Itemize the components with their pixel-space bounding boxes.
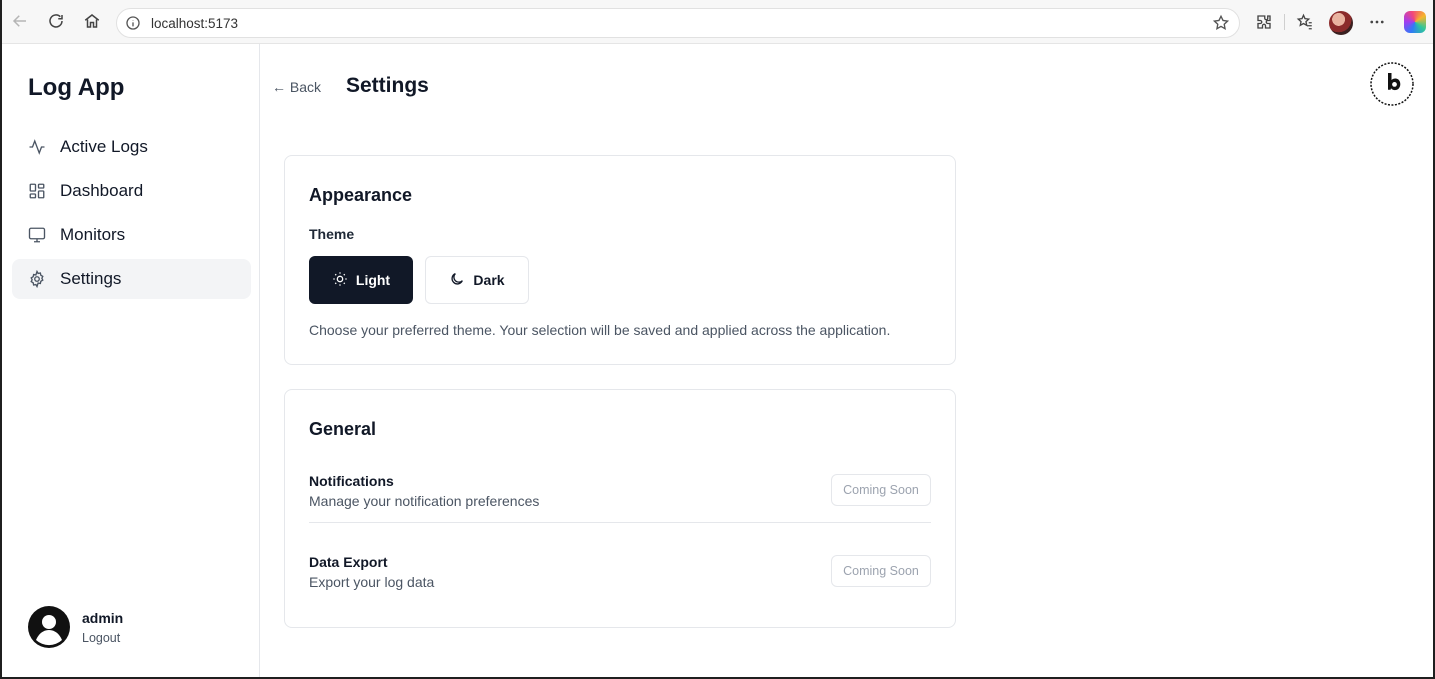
app-window: localhost:5173 Log App Active Logs Dashb…: [0, 0, 1435, 679]
sidebar-item-monitors[interactable]: Monitors: [12, 215, 251, 255]
appearance-card: Appearance Theme Light Dark Choose your …: [284, 155, 956, 365]
setting-description: Export your log data: [309, 574, 435, 590]
activity-icon: [28, 138, 46, 156]
user-name: admin: [82, 610, 124, 626]
sidebar-item-label: Monitors: [60, 225, 126, 244]
home-icon[interactable]: [81, 10, 103, 32]
moon-icon: [449, 271, 465, 290]
back-link[interactable]: ← Back: [272, 79, 321, 95]
sidebar-item-label: Settings: [60, 269, 122, 288]
copilot-icon[interactable]: [1404, 11, 1426, 33]
gear-icon: [28, 269, 46, 289]
sidebar-item-active-logs[interactable]: Active Logs: [12, 127, 251, 167]
sun-icon: [332, 271, 348, 290]
extensions-icon[interactable]: [1253, 11, 1275, 33]
url-text: localhost:5173: [151, 16, 239, 31]
back-arrow-icon[interactable]: [9, 10, 31, 32]
sidebar-item-label: Dashboard: [60, 181, 144, 200]
coming-soon-button[interactable]: Coming Soon: [831, 474, 931, 506]
page-title: Settings: [346, 74, 429, 97]
sidebar-item-label: Active Logs: [60, 137, 148, 156]
reload-icon[interactable]: [45, 10, 67, 32]
theme-dark-button[interactable]: Dark: [425, 256, 529, 304]
address-bar[interactable]: localhost:5173: [116, 8, 1240, 38]
more-menu-icon[interactable]: [1366, 11, 1388, 33]
monitor-icon: [28, 226, 46, 244]
site-info-icon[interactable]: [125, 15, 141, 36]
sidebar: Log App Active Logs Dashboard Monitors S…: [2, 44, 260, 677]
profile-avatar[interactable]: [1329, 11, 1353, 35]
favorites-icon[interactable]: [1294, 11, 1316, 33]
toolbar-divider: [1284, 14, 1285, 30]
setting-name: Notifications: [309, 473, 394, 489]
theme-help-text: Choose your preferred theme. Your select…: [309, 322, 891, 338]
coming-soon-button[interactable]: Coming Soon: [831, 555, 931, 587]
sidebar-item-settings[interactable]: Settings: [12, 259, 251, 299]
setting-name: Data Export: [309, 554, 388, 570]
browser-toolbar: localhost:5173: [2, 0, 1433, 44]
logout-link[interactable]: Logout: [82, 631, 120, 645]
app-title: Log App: [28, 74, 125, 101]
theme-light-label: Light: [355, 272, 391, 288]
dashboard-grid-icon: [28, 182, 46, 200]
sidebar-item-dashboard[interactable]: Dashboard: [12, 171, 251, 211]
user-avatar-icon[interactable]: [28, 606, 70, 648]
theme-label: Theme: [309, 226, 355, 242]
setting-description: Manage your notification preferences: [309, 493, 540, 509]
row-divider: [309, 522, 931, 523]
bolt-badge-icon[interactable]: [1369, 61, 1415, 107]
theme-light-button[interactable]: Light: [309, 256, 413, 304]
general-card: General Notifications Manage your notifi…: [284, 389, 956, 628]
general-title: General: [309, 419, 377, 439]
theme-dark-label: Dark: [473, 272, 505, 288]
appearance-title: Appearance: [309, 185, 413, 205]
favorite-star-icon[interactable]: [1212, 14, 1230, 37]
